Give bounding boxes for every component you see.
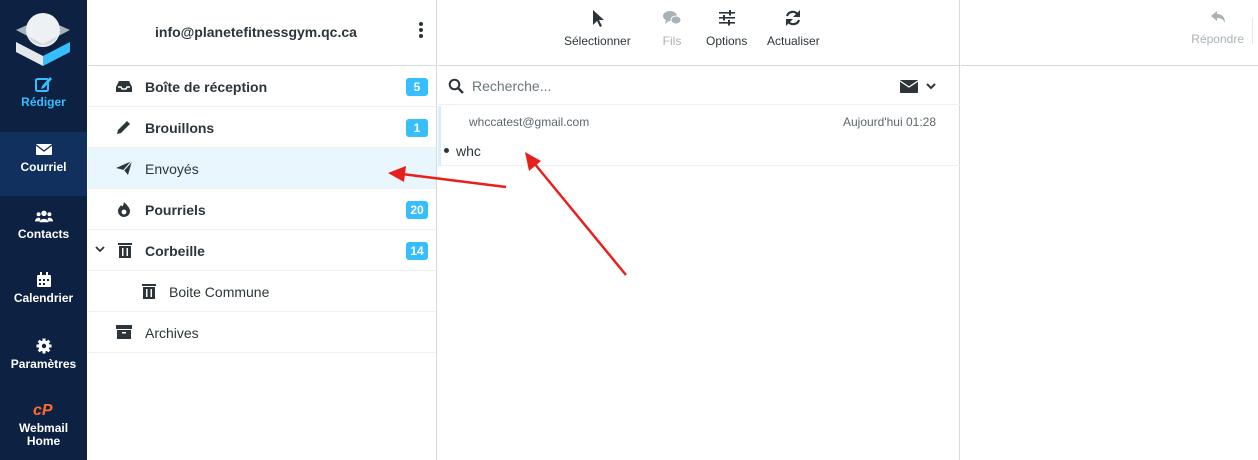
folder-boite-commune[interactable]: Boite Commune — [88, 271, 436, 312]
toolbar-divider — [1252, 18, 1253, 44]
unread-badge: 20 — [406, 201, 428, 219]
unread-dot-icon — [444, 148, 449, 153]
reply-label: Répondre — [1191, 32, 1244, 46]
gear-icon — [36, 338, 51, 354]
folder-archives[interactable]: Archives — [88, 312, 436, 353]
cpanel-icon: cP — [33, 402, 53, 418]
unread-badge: 5 — [406, 78, 428, 96]
message-subject: whc — [456, 143, 481, 159]
folder-label: Envoyés — [145, 161, 199, 177]
nav-contacts-label: Contacts — [17, 227, 70, 241]
nav-contacts[interactable]: Contacts — [0, 208, 87, 241]
cursor-icon — [593, 10, 605, 27]
folder-label: Pourriels — [145, 202, 206, 218]
envelope-icon — [35, 144, 52, 155]
trash-icon — [118, 243, 132, 258]
folder-inbox[interactable]: Boîte de réception 5 — [88, 66, 436, 107]
options-label: Options — [706, 34, 748, 48]
envelope-icon[interactable] — [900, 80, 918, 93]
unread-badge: 1 — [406, 119, 428, 137]
paper-plane-icon — [116, 160, 133, 175]
users-icon — [34, 210, 53, 223]
nav-webmail-home[interactable]: cP Webmail Home — [0, 400, 87, 448]
message-sender: whccatest@gmail.com — [469, 115, 590, 129]
reply-icon — [1210, 11, 1225, 23]
preview-pane: Répondre — [961, 0, 1258, 460]
search-icon[interactable] — [448, 78, 464, 94]
nav-calendar-label: Calendrier — [13, 291, 74, 305]
roundcube-logo[interactable] — [0, 0, 87, 68]
folder-label: Brouillons — [145, 120, 215, 136]
reply-button[interactable]: Répondre — [1191, 8, 1244, 46]
folder-drafts[interactable]: Brouillons 1 — [88, 107, 436, 148]
calendar-icon — [36, 272, 51, 287]
threads-button[interactable]: Fils — [662, 8, 682, 48]
options-button[interactable]: Options — [706, 8, 747, 48]
folder-label: Boîte de réception — [145, 79, 268, 95]
chevron-down-icon[interactable] — [95, 244, 105, 254]
threads-label: Fils — [662, 34, 682, 48]
refresh-icon — [786, 10, 801, 26]
message-list-panel: Sélectionner Fils Options Actualiser Rec… — [438, 0, 960, 460]
trash-icon — [142, 284, 156, 299]
select-label: Sélectionner — [564, 34, 631, 48]
message-row[interactable]: whccatest@gmail.com Aujourd'hui 01:28 wh… — [438, 106, 960, 166]
pencil-icon — [117, 121, 130, 134]
folder-panel: info@planetefitnessgym.qc.ca Boîte de ré… — [88, 0, 437, 460]
nav-compose[interactable]: Rédiger — [0, 76, 87, 109]
message-date: Aujourd'hui 01:28 — [842, 115, 936, 129]
refresh-label: Actualiser — [767, 34, 820, 48]
nav-mail-label: Courriel — [20, 160, 67, 174]
inbox-icon — [116, 81, 132, 92]
search-bar — [438, 67, 960, 105]
message-toolbar: Sélectionner Fils Options Actualiser — [438, 0, 960, 66]
nav-webmail-label-2: Home — [26, 434, 61, 448]
nav-settings[interactable]: Paramètres — [0, 338, 87, 371]
folder-label: Corbeille — [145, 243, 205, 259]
nav-calendar[interactable]: Calendrier — [0, 272, 87, 305]
folder-trash[interactable]: Corbeille 14 — [88, 230, 436, 271]
preview-toolbar: Répondre — [961, 0, 1258, 66]
comments-icon — [663, 11, 682, 25]
refresh-button[interactable]: Actualiser — [767, 8, 820, 48]
select-button[interactable]: Sélectionner — [564, 8, 631, 48]
nav-settings-label: Paramètres — [10, 357, 77, 371]
folder-spam[interactable]: Pourriels 20 — [88, 189, 436, 230]
account-email: info@planetefitnessgym.qc.ca — [155, 24, 357, 40]
nav-compose-label: Rédiger — [21, 95, 66, 109]
folder-label: Boite Commune — [169, 284, 270, 300]
fire-icon — [118, 202, 130, 217]
folder-panel-header: info@planetefitnessgym.qc.ca — [88, 0, 436, 66]
nav-mail[interactable]: Courriel — [0, 132, 87, 196]
search-input[interactable] — [472, 75, 852, 97]
chevron-down-icon[interactable] — [926, 82, 936, 90]
svg-text:cP: cP — [33, 402, 53, 418]
folder-sent[interactable]: Envoyés — [88, 148, 436, 189]
archive-icon — [116, 325, 132, 339]
compose-icon — [34, 77, 52, 92]
account-menu-icon[interactable] — [418, 22, 424, 42]
folder-label: Archives — [145, 325, 199, 341]
unread-badge: 14 — [406, 242, 428, 260]
main-nav: Rédiger Courriel Contacts Calendrier Par… — [0, 0, 87, 460]
sliders-icon — [718, 10, 735, 26]
